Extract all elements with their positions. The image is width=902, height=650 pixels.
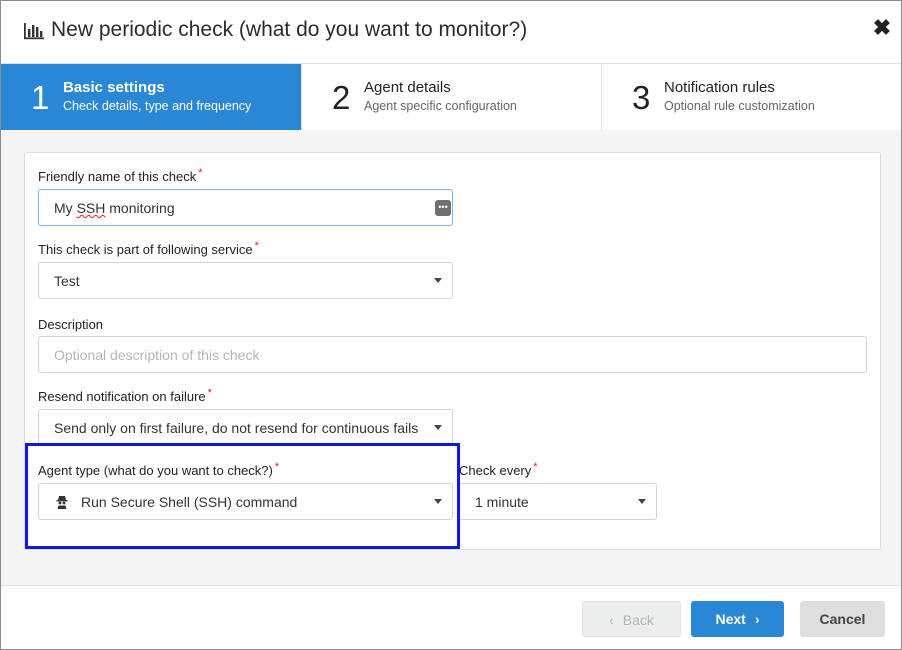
friendly-name-input[interactable]: My SSH monitoring ••• bbox=[38, 189, 453, 226]
resend-value: Send only on first failure, do not resen… bbox=[54, 420, 419, 436]
step-number: 1 bbox=[31, 79, 50, 116]
description-input[interactable]: Optional description of this check bbox=[38, 336, 867, 373]
back-button[interactable]: ‹ Back bbox=[582, 601, 681, 637]
dialog-header: New periodic check (what do you want to … bbox=[1, 1, 901, 63]
step-number: 2 bbox=[332, 79, 351, 116]
dialog-title: New periodic check (what do you want to … bbox=[51, 18, 528, 41]
description-label: Description bbox=[38, 317, 104, 332]
required-mark: * bbox=[207, 387, 212, 399]
resend-label: Resend notification on failure * bbox=[38, 387, 212, 404]
back-button-label: Back bbox=[622, 612, 654, 628]
check-every-label: Check every * bbox=[459, 461, 538, 478]
cancel-button-label: Cancel bbox=[819, 611, 866, 627]
step-agent-details[interactable]: 2 Agent details Agent specific configura… bbox=[301, 64, 601, 130]
chevron-down-icon bbox=[434, 425, 442, 430]
cancel-button[interactable]: Cancel bbox=[800, 601, 885, 637]
wizard-steps: 1 Basic settings Check details, type and… bbox=[1, 63, 901, 130]
service-value: Test bbox=[54, 273, 80, 289]
check-every-value: 1 minute bbox=[475, 494, 529, 510]
friendly-name-label-text: Friendly name of this check bbox=[38, 169, 197, 184]
friendly-name-value: My SSH monitoring bbox=[54, 200, 175, 216]
next-button-label: Next bbox=[715, 611, 746, 627]
bar-chart-icon bbox=[23, 21, 45, 41]
required-mark: * bbox=[198, 167, 203, 179]
step-notification-rules[interactable]: 3 Notification rules Optional rule custo… bbox=[601, 64, 901, 130]
chevron-down-icon bbox=[434, 278, 442, 283]
required-mark: * bbox=[254, 240, 259, 252]
step-name: Agent details bbox=[364, 79, 451, 96]
chevron-left-icon: ‹ bbox=[609, 612, 614, 628]
value-part: monitoring bbox=[105, 200, 175, 216]
resend-label-text: Resend notification on failure bbox=[38, 389, 206, 404]
service-label-text: This check is part of following service bbox=[38, 242, 253, 257]
step-number: 3 bbox=[632, 79, 651, 116]
value-part-misspelled: SSH bbox=[76, 200, 106, 216]
description-placeholder: Optional description of this check bbox=[54, 347, 260, 363]
next-button[interactable]: Next › bbox=[691, 601, 784, 637]
friendly-name-label: Friendly name of this check * bbox=[38, 167, 203, 184]
step-name: Basic settings bbox=[63, 79, 165, 96]
new-check-dialog: New periodic check (what do you want to … bbox=[0, 0, 902, 650]
step-basic-settings[interactable]: 1 Basic settings Check details, type and… bbox=[1, 64, 301, 130]
close-icon[interactable]: ✖ bbox=[871, 16, 893, 40]
service-select[interactable]: Test bbox=[38, 262, 453, 299]
value-part: My bbox=[54, 200, 77, 216]
agent-type-highlight-box bbox=[25, 443, 460, 549]
dialog-footer: ‹ Back Next › Cancel bbox=[1, 585, 901, 649]
step-description: Check details, type and frequency bbox=[63, 99, 252, 113]
resend-select[interactable]: Send only on first failure, do not resen… bbox=[38, 409, 453, 446]
more-dots-icon[interactable]: ••• bbox=[435, 200, 451, 216]
step-description: Agent specific configuration bbox=[364, 99, 517, 113]
step-description: Optional rule customization bbox=[664, 99, 815, 113]
required-mark: * bbox=[533, 461, 538, 473]
chevron-down-icon bbox=[638, 499, 646, 504]
check-every-select[interactable]: 1 minute bbox=[459, 483, 657, 520]
chevron-right-icon: › bbox=[754, 611, 760, 627]
service-label: This check is part of following service * bbox=[38, 240, 259, 257]
step-name: Notification rules bbox=[664, 79, 775, 96]
check-every-label-text: Check every bbox=[459, 463, 532, 478]
